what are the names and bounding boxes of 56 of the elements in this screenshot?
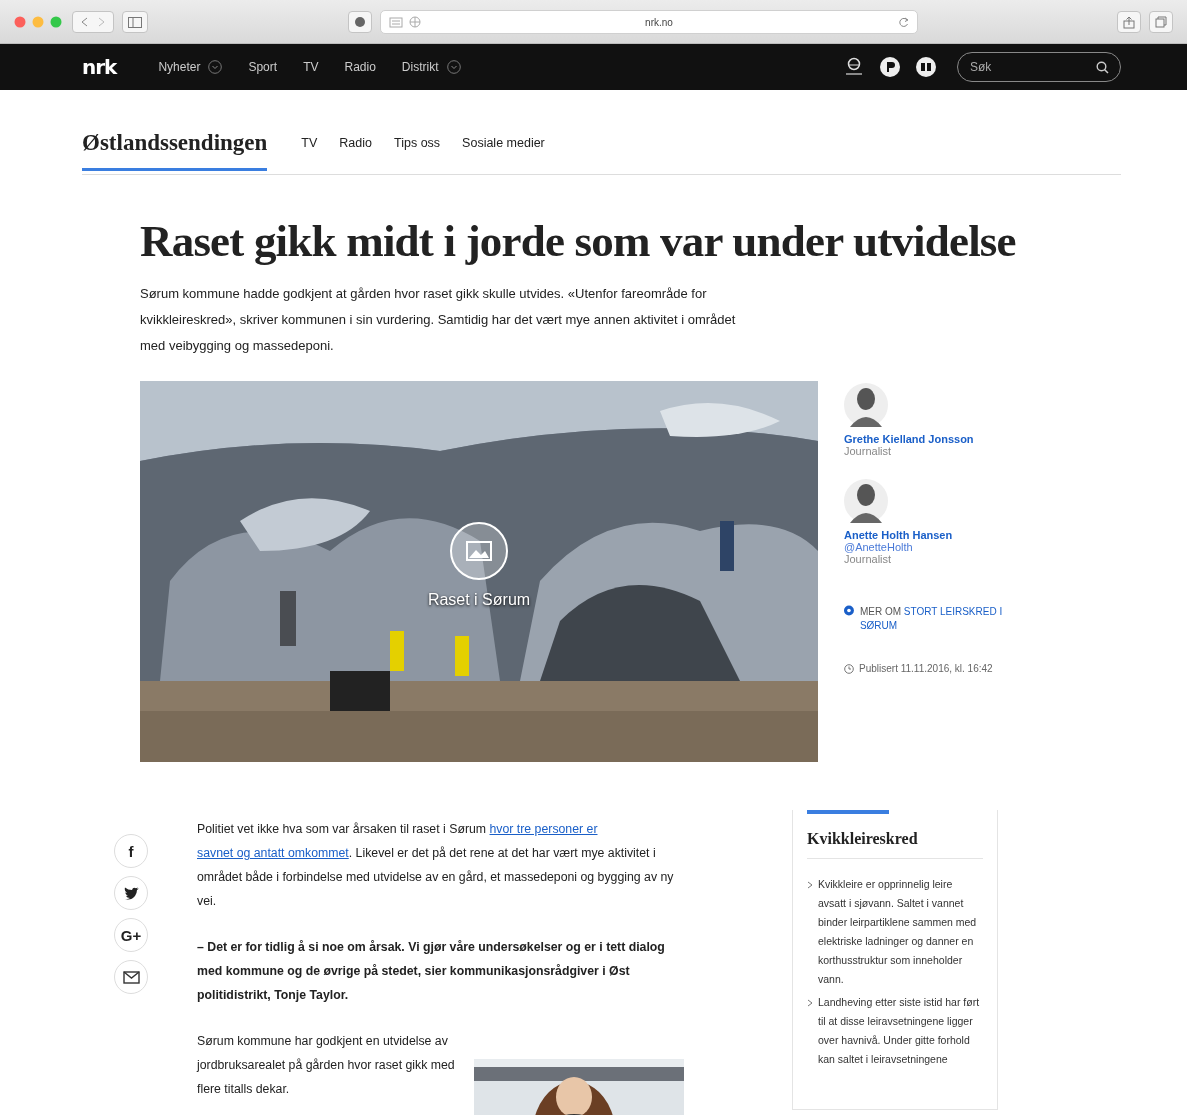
reload-icon[interactable] (897, 16, 909, 28)
share-button[interactable] (1117, 11, 1141, 33)
article-link[interactable]: hvor tre personer er (489, 822, 598, 836)
search-icon[interactable] (1096, 61, 1109, 74)
author-name[interactable]: Anette Holth Hansen (844, 529, 1024, 541)
email-share-button[interactable] (114, 960, 148, 994)
section-link[interactable]: Radio (339, 136, 372, 150)
share-icon (1123, 15, 1135, 29)
tabs-icon (1155, 16, 1167, 28)
factbox-text: Kvikkleire er opprinnelig leire avsatt i sjøvann. Saltet i vannet binder leirpartiklene sammen med elektriske ladninger og danner en korthusstruktur som inneholder vann. (818, 877, 978, 987)
nav-link[interactable]: Nyheter (158, 60, 223, 74)
image-caption: Raset i Sørum (427, 591, 531, 609)
envelope-icon (122, 970, 140, 984)
avatar[interactable] (844, 477, 888, 525)
body-paragraph: Politiet vet ikke hva som var årsaken til raset i Sørum hvor tre personer er savnet og antatt omkommet. Likevel er det på det rene at det har vært mye aktivitet i området både i forbindelse med utvidelse av en gård, et massedeponi og bygging av ny vei. (197, 821, 675, 910)
sidebar-icon (128, 16, 142, 28)
facebook-share-button[interactable]: f (114, 834, 148, 868)
section-link[interactable]: Sosiale medier (462, 136, 545, 150)
logo[interactable]: nrk (82, 55, 117, 79)
author-role: Journalist (844, 553, 893, 565)
url-text: nrk.no (645, 16, 673, 28)
avatar[interactable] (844, 381, 888, 429)
author-handle[interactable]: @AnetteHolth (844, 541, 1024, 553)
published-date: Publisert 11.11.2016, kl. 16:42 (859, 663, 993, 674)
google-share-button[interactable]: G+ (114, 918, 148, 952)
factbox-title: Kvikkleireskred (807, 830, 983, 859)
search-field[interactable]: Søk (957, 52, 1121, 82)
article-link[interactable]: savnet og antatt omkommet (197, 846, 349, 860)
user-icon[interactable] (843, 57, 865, 77)
nav-link[interactable]: Distrikt (401, 60, 461, 74)
sidebar-button[interactable] (122, 11, 148, 33)
related-link[interactable]: MER OM STORT LEIRSKRED I SØRUM (859, 605, 1024, 633)
author-role: Journalist (844, 445, 893, 457)
nav-link[interactable]: Sport (248, 60, 278, 74)
factbox-text: Landheving etter siste istid har ført til at disse leiravsetningene ligger over havnivå. Under gitte forhold kan saltet i leiravsetningene (818, 995, 981, 1067)
gallery-icon[interactable] (449, 521, 509, 581)
globe-icon (408, 16, 421, 28)
section-link[interactable]: Tips oss (394, 136, 441, 150)
headline: Raset gikk midt i jorde som var under utvidelse (140, 215, 1017, 267)
address-bar[interactable]: nrk.no (379, 10, 918, 34)
bullet-icon (844, 605, 854, 616)
lead-paragraph: Sørum kommune hadde godkjent at gården hvor raset gikk skulle utvides. «Utenfor fareområde for kvikkleireskred», skriver kommunen i sin vurdering. Samtidig har det vært mye annen aktivitet i området med veibygging og massedeponi. (140, 285, 737, 355)
extension-icon (353, 16, 366, 28)
chevron-icon (807, 999, 813, 1007)
nav-link[interactable]: TV (303, 60, 319, 74)
body-paragraph: Sørum kommune har godkjent en utvidelse av jordbruksarealet på gården hvor raset gikk med flere titalls dekar. (197, 1033, 456, 1098)
extension-button[interactable] (347, 11, 372, 33)
bird-icon (122, 886, 140, 900)
section-link[interactable]: TV (301, 136, 318, 150)
clock-icon (844, 663, 854, 674)
chevron-icon (807, 881, 813, 889)
section-title[interactable]: Østlandssendingen (82, 130, 268, 171)
twitter-share-button[interactable] (114, 876, 148, 910)
quote-paragraph: – Det er for tidlig å si noe om årsak. Vi gjør våre undersøkelser og er i tett dialog med kommune og de øvrige på stedet, sier kommunikasjonsrådgiver i Øst politidistrikt, Tonje Taylor. (197, 939, 666, 1004)
nav-link[interactable]: Radio (344, 60, 376, 74)
author-name[interactable]: Grethe Kielland Jonsson (844, 433, 1024, 445)
